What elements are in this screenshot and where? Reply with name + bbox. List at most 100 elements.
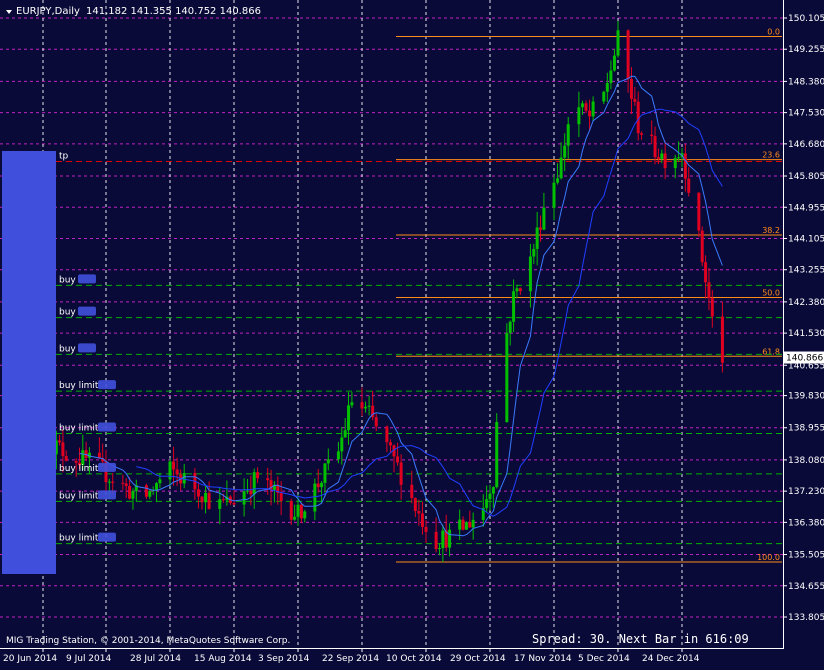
time-tick-label: 5 Dec 2014	[578, 654, 630, 664]
candle-body	[374, 417, 378, 427]
candle-body	[556, 178, 560, 183]
price-tick-label: 146.680	[788, 140, 824, 150]
candle-body	[687, 178, 691, 193]
candle-body	[640, 133, 644, 135]
order-flag-icon[interactable]	[98, 532, 116, 542]
order-label[interactable]: buy	[59, 308, 76, 318]
order-label[interactable]: buy limit	[59, 464, 99, 474]
candle-body	[605, 83, 609, 92]
candle-body	[242, 491, 246, 505]
candle-body	[121, 482, 125, 484]
candle-body	[128, 485, 132, 499]
time-tick-label: 9 Jul 2014	[66, 654, 111, 664]
fib-level-label: 100.0	[757, 553, 780, 562]
candle-body	[232, 502, 236, 505]
candle-body	[441, 530, 445, 549]
price-tick-label: 149.255	[788, 45, 824, 55]
candle-body	[653, 136, 657, 158]
candle-body	[633, 98, 637, 102]
order-flag-icon[interactable]	[78, 274, 96, 284]
candle-body	[629, 79, 633, 99]
candle-body	[350, 402, 354, 406]
order-label[interactable]: buy	[59, 344, 76, 354]
price-tick-label: 134.655	[788, 582, 824, 592]
candle-body	[437, 548, 441, 550]
candle-body	[532, 248, 536, 257]
candle-body	[111, 481, 115, 483]
candle-body	[552, 182, 556, 208]
candle-body	[343, 430, 347, 438]
candle-body	[464, 522, 468, 530]
tp-label: tp	[59, 152, 69, 162]
candle-body	[471, 519, 475, 528]
candle-body	[528, 256, 532, 292]
chart-window[interactable]: 0.0 23.6 38.2 50.0 61.8 100.0 tp buy buy buy buy …	[0, 0, 824, 666]
candle-body	[559, 157, 563, 179]
candle-body	[175, 469, 179, 475]
price-tick-label: 135.505	[788, 551, 824, 561]
order-flag-icon[interactable]	[78, 306, 96, 316]
time-tick-label: 20 Jun 2014	[3, 654, 57, 664]
candle-body	[626, 30, 630, 80]
candle-body	[485, 499, 489, 508]
candle-body	[700, 230, 704, 263]
candle-body	[347, 405, 351, 431]
candle-body	[252, 472, 256, 495]
candle-body	[616, 30, 620, 56]
candle-body	[245, 490, 249, 492]
candle-body	[468, 522, 472, 528]
order-label[interactable]: buy limit	[59, 381, 99, 391]
price-tick-label: 133.805	[788, 613, 824, 623]
candle-body	[660, 153, 664, 159]
candle-body	[158, 479, 162, 484]
candle-body	[320, 482, 324, 488]
candle-body	[697, 192, 701, 231]
candle-body	[508, 321, 512, 334]
price-tick-label: 136.380	[788, 518, 824, 528]
order-flag-icon[interactable]	[98, 462, 116, 472]
price-chart[interactable]: 0.023.638.250.061.8100.0 tpbuybuybuybuy …	[0, 0, 824, 666]
side-panel[interactable]	[2, 151, 56, 574]
candle-body	[413, 498, 417, 512]
candle-body	[539, 227, 543, 230]
order-flag-icon[interactable]	[98, 422, 116, 432]
candle-body	[107, 481, 111, 483]
candle-body	[316, 483, 320, 488]
candle-body	[399, 462, 403, 485]
order-flag-icon[interactable]	[78, 343, 96, 353]
price-tick-label: 139.830	[788, 392, 824, 402]
candle-body	[663, 153, 667, 169]
candle-body	[172, 461, 176, 470]
order-flag-icon[interactable]	[98, 380, 116, 390]
chart-background	[0, 0, 824, 666]
candle-body	[296, 504, 300, 517]
candle-body	[326, 459, 330, 464]
time-tick-label: 28 Jul 2014	[130, 654, 181, 664]
order-label[interactable]: buy limit	[59, 423, 99, 433]
candle-body	[124, 483, 128, 486]
order-label[interactable]: buy limit	[59, 534, 99, 544]
price-tick-label: 150.105	[788, 14, 824, 24]
order-flag-icon[interactable]	[98, 490, 116, 500]
candle-body	[704, 262, 708, 283]
candle-body	[200, 496, 204, 503]
order-label[interactable]: buy limit	[59, 491, 99, 501]
candle-body	[434, 531, 438, 549]
candle-body	[336, 451, 340, 460]
price-tick-label: 138.955	[788, 424, 824, 434]
candle-body	[155, 483, 159, 491]
order-label[interactable]: buy	[59, 275, 76, 285]
candle-body	[710, 298, 714, 317]
candle-body	[279, 492, 283, 501]
current-price-label: 140.866	[786, 354, 823, 364]
candle-body	[577, 107, 581, 125]
ohlc-label: 141.182 141.355 140.752 140.866	[86, 6, 261, 17]
price-tick-label: 143.255	[788, 266, 824, 276]
candle-body	[458, 519, 462, 530]
candle-body	[673, 158, 677, 169]
candle-body	[131, 491, 135, 499]
candle-body	[385, 426, 389, 443]
candle-body	[221, 499, 225, 501]
candle-body	[313, 483, 317, 512]
price-tick-label: 147.530	[788, 109, 824, 119]
